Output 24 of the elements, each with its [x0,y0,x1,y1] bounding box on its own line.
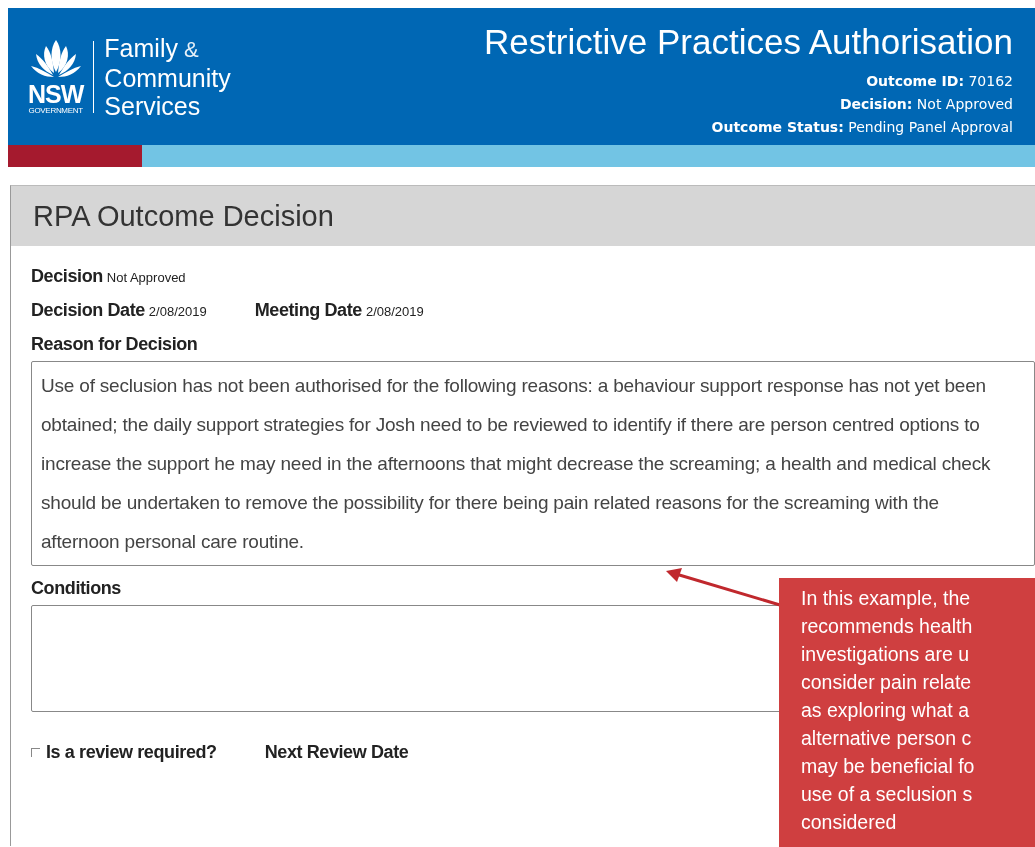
logo-text: Family [104,33,178,62]
page-title: Restrictive Practices Authorisation [483,21,1013,63]
field-label: Meeting Date [254,300,362,321]
checkbox[interactable] [31,748,40,757]
logo-text: & [183,36,199,62]
panel-title: RPA Outcome Decision [33,199,334,233]
logo-text: Community [104,63,231,92]
outcome-meta-text: Outcome Status: Pending Panel Approval [711,118,1013,137]
callout-text: In this example, the recommends health investigations are u consider pain relate as exploring what a alternative person c may be beneficial fo use of a seclusion s considered [801,586,976,835]
outcome-meta-text: Outcome ID: 70162 [866,72,1013,91]
reason-text-area[interactable]: Use of seclusion has not been authorised for the following reasons: a behaviour support response has not yet been obtained; the daily support strategies for Josh need to be reviewed to identify if there are person centred options to increase the support he may need in the afternoons that might decrease the screaming; a health and medical check should be undertaken to remove the possibility for there being pain related reasons for the screaming with the afternoon personal care routine. [31,361,1035,566]
outcome-meta-text: Decision: Not Approved [839,95,1013,114]
field-label: Reason for Decision [31,334,198,355]
checkbox-label: Is a review required? [46,742,217,763]
field-label: Conditions [31,578,121,599]
field-value: 2/08/2019 [148,304,207,319]
field-label: Decision [31,266,103,287]
field-label: Decision Date [31,300,145,321]
logo-text: Services [104,91,201,120]
logo-text: NSW [28,82,84,106]
logo-subtext: GOVERNMENT [28,106,83,115]
field-value: Not Approved [106,270,186,285]
field-label: Next Review Date [264,742,409,763]
field-value: 2/08/2019 [365,304,424,319]
